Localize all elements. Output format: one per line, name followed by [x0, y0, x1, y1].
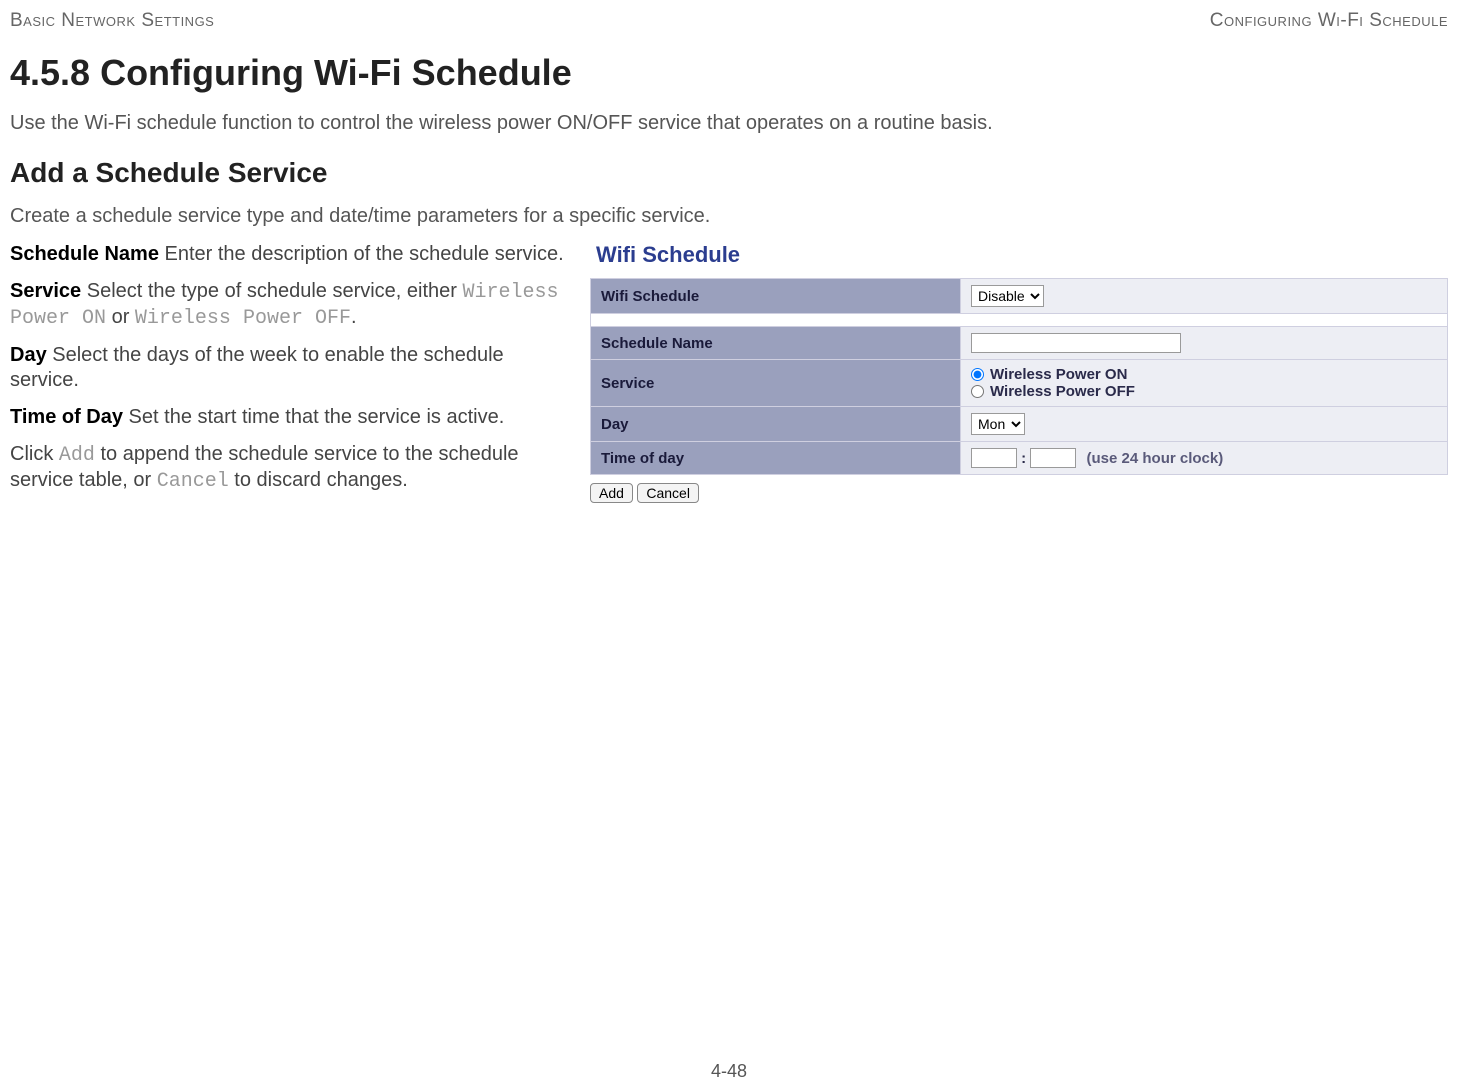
def-service-pre: Select the type of schedule service, eit…	[81, 280, 462, 302]
time-colon: :	[1021, 450, 1026, 467]
term-time: Time of Day	[10, 406, 123, 428]
service-radio-on-label: Wireless Power ON	[990, 366, 1127, 383]
def-time: Time of Day Set the start time that the …	[10, 405, 570, 430]
page-number: 4-48	[711, 1061, 747, 1081]
service-radio-on[interactable]	[971, 368, 984, 381]
day-select[interactable]: Mon	[971, 413, 1025, 435]
label-schedule-name: Schedule Name	[591, 327, 961, 360]
def-service-joiner: or	[106, 306, 135, 328]
label-service: Service	[591, 360, 961, 407]
section-title: 4.5.8 Configuring Wi-Fi Schedule	[10, 52, 1448, 94]
time-hour-input[interactable]	[971, 448, 1017, 468]
def-click-cancel: Cancel	[157, 470, 229, 493]
def-day: Day Select the days of the week to enabl…	[10, 343, 570, 393]
def-click-pre: Click	[10, 443, 59, 465]
schedule-name-input[interactable]	[971, 333, 1181, 353]
row-service: Service Wireless Power ON Wireless Power…	[591, 360, 1448, 407]
wifi-schedule-form: Wifi Schedule Disable Schedule Name Serv…	[590, 278, 1448, 475]
label-day: Day	[591, 407, 961, 442]
def-service: Service Select the type of schedule serv…	[10, 279, 570, 331]
def-service-period: .	[351, 306, 357, 328]
def-click: Click Add to append the schedule service…	[10, 442, 570, 494]
term-day: Day	[10, 344, 47, 366]
running-header-left: Basic Network Settings	[10, 10, 214, 32]
running-header-right: Configuring Wi-Fi Schedule	[1210, 10, 1448, 32]
wifi-schedule-select[interactable]: Disable	[971, 285, 1044, 307]
definitions-column: Schedule Name Enter the description of t…	[10, 242, 570, 506]
def-click-add: Add	[59, 444, 95, 467]
panel-title: Wifi Schedule	[596, 242, 1448, 268]
page-footer: 4-48	[0, 1061, 1458, 1082]
wifi-schedule-panel: Wifi Schedule Wifi Schedule Disable Sche…	[590, 242, 1448, 503]
button-row: Add Cancel	[590, 483, 1448, 503]
def-schedule-name-text: Enter the description of the schedule se…	[159, 243, 564, 265]
cancel-button[interactable]: Cancel	[637, 483, 699, 503]
subheading: Add a Schedule Service	[10, 157, 1448, 189]
service-radio-off[interactable]	[971, 385, 984, 398]
label-wifi-schedule: Wifi Schedule	[591, 279, 961, 314]
row-day: Day Mon	[591, 407, 1448, 442]
add-button[interactable]: Add	[590, 483, 633, 503]
time-hint: (use 24 hour clock)	[1087, 450, 1224, 467]
term-service: Service	[10, 280, 81, 302]
label-time: Time of day	[591, 442, 961, 475]
term-schedule-name: Schedule Name	[10, 243, 159, 265]
def-day-text: Select the days of the week to enable th…	[10, 344, 504, 391]
def-time-text: Set the start time that the service is a…	[123, 406, 504, 428]
def-click-post: to discard changes.	[229, 469, 408, 491]
subintro-paragraph: Create a schedule service type and date/…	[10, 205, 1448, 228]
running-header: Basic Network Settings Configuring Wi-Fi…	[10, 10, 1448, 32]
row-wifi-schedule: Wifi Schedule Disable	[591, 279, 1448, 314]
row-schedule-name: Schedule Name	[591, 327, 1448, 360]
def-service-opt2: Wireless Power OFF	[135, 307, 351, 330]
row-time: Time of day : (use 24 hour clock)	[591, 442, 1448, 475]
service-radio-off-label: Wireless Power OFF	[990, 383, 1135, 400]
intro-paragraph: Use the Wi-Fi schedule function to contr…	[10, 112, 1448, 135]
time-minute-input[interactable]	[1030, 448, 1076, 468]
def-schedule-name: Schedule Name Enter the description of t…	[10, 242, 570, 267]
